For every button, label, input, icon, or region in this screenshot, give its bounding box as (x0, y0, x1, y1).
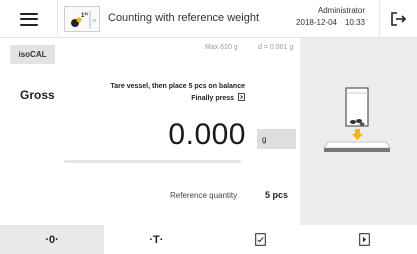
readability: d = 0.001 g (258, 44, 294, 51)
weight-value: 0.000 (168, 118, 246, 151)
print-button[interactable] (313, 225, 417, 254)
isocal-button[interactable]: isoCAL (10, 45, 55, 64)
logout-icon (390, 12, 406, 26)
confirm-button[interactable] (209, 225, 313, 254)
document-arrow-icon (238, 93, 245, 103)
zero-button[interactable]: ·0· (0, 225, 105, 254)
document-check-icon (255, 233, 266, 246)
progress-bar (64, 160, 241, 163)
instruction-illustration (300, 38, 417, 225)
date-text: 2018-12-04 (296, 18, 337, 27)
app-title: Counting with reference weight (108, 12, 260, 24)
reference-label: Reference quantity (170, 191, 238, 200)
counting-app-icon: 1²⁾ n (64, 6, 100, 32)
document-arrow-icon (359, 233, 371, 246)
datetime: 2018-12-04 10:33 (296, 18, 365, 27)
instruction-line-1: Tare vessel, then place 5 pcs on balance (110, 83, 246, 90)
menu-button[interactable] (0, 0, 58, 38)
bottom-toolbar: ·0· ·T· (0, 225, 417, 254)
user-name: Administrator (317, 6, 365, 15)
app-icon-text: 1²⁾ (81, 12, 88, 19)
instruction-line-2: Finally press (60, 93, 245, 103)
reference-value[interactable]: 5 pcs (265, 190, 288, 200)
max-capacity: Max 620 g (205, 44, 238, 51)
unit-label: g (262, 134, 267, 144)
logout-button[interactable] (379, 0, 417, 38)
balance-illustration (323, 87, 391, 152)
tare-button[interactable]: ·T· (104, 225, 208, 254)
mode-label: Gross (20, 88, 55, 102)
time-text: 10:33 (344, 18, 365, 27)
unit-selector[interactable]: g (257, 129, 296, 149)
instruction-text: Finally press (191, 95, 234, 102)
svg-text:n: n (93, 18, 96, 24)
header-bar: 1²⁾ n Counting with reference weight Adm… (0, 0, 417, 38)
hamburger-icon (19, 12, 38, 26)
